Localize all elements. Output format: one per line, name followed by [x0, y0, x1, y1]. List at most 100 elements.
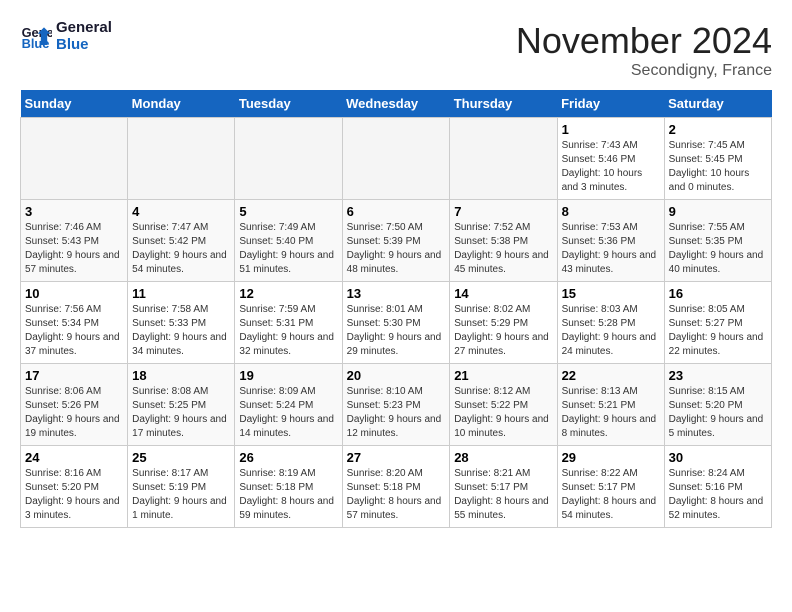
calendar-cell: 16 Sunrise: 8:05 AMSunset: 5:27 PMDayligh…	[664, 282, 771, 364]
day-info: Sunrise: 8:24 AMSunset: 5:16 PMDaylight:…	[669, 467, 767, 523]
calendar-cell: 12 Sunrise: 7:59 AMSunset: 5:31 PMDayligh…	[235, 282, 342, 364]
day-info: Sunrise: 7:47 AMSunset: 5:42 PMDaylight:…	[132, 221, 230, 277]
day-number: 14	[454, 286, 552, 301]
day-info: Sunrise: 7:45 AMSunset: 5:45 PMDaylight:…	[669, 139, 767, 195]
calendar-cell: 14 Sunrise: 8:02 AMSunset: 5:29 PMDayligh…	[450, 282, 557, 364]
day-info: Sunrise: 8:19 AMSunset: 5:18 PMDaylight:…	[239, 467, 337, 523]
calendar-cell	[342, 118, 450, 200]
month-title: November 2024	[516, 20, 772, 62]
calendar-header-row: SundayMondayTuesdayWednesdayThursdayFrid…	[21, 90, 772, 118]
day-info: Sunrise: 8:17 AMSunset: 5:19 PMDaylight:…	[132, 467, 230, 523]
calendar-cell: 27Sunrise: 8:20 AMSunset: 5:18 PMDayligh…	[342, 446, 450, 528]
calendar-week-row: 10 Sunrise: 7:56 AMSunset: 5:34 PMDayligh…	[21, 282, 772, 364]
day-number: 9	[669, 204, 767, 219]
day-number: 15	[562, 286, 660, 301]
calendar-cell: 10 Sunrise: 7:56 AMSunset: 5:34 PMDayligh…	[21, 282, 128, 364]
day-number: 17	[25, 368, 123, 383]
day-number: 19	[239, 368, 337, 383]
calendar-cell: 22 Sunrise: 8:13 AMSunset: 5:21 PMDayligh…	[557, 364, 664, 446]
day-info: Sunrise: 7:58 AMSunset: 5:33 PMDaylight:…	[132, 303, 230, 359]
calendar-cell	[128, 118, 235, 200]
calendar-cell: 29 Sunrise: 8:22 AMSunset: 5:17 PMDayligh…	[557, 446, 664, 528]
calendar-week-row: 24Sunrise: 8:16 AMSunset: 5:20 PMDayligh…	[21, 446, 772, 528]
calendar-cell: 23 Sunrise: 8:15 AMSunset: 5:20 PMDayligh…	[664, 364, 771, 446]
day-info: Sunrise: 8:05 AMSunset: 5:27 PMDaylight:…	[669, 303, 767, 359]
day-info: Sunrise: 8:03 AMSunset: 5:28 PMDaylight:…	[562, 303, 660, 359]
day-info: Sunrise: 7:46 AMSunset: 5:43 PMDaylight:…	[25, 221, 123, 277]
day-header-wednesday: Wednesday	[342, 90, 450, 118]
logo: General Blue General Blue	[20, 20, 112, 53]
day-header-friday: Friday	[557, 90, 664, 118]
day-number: 8	[562, 204, 660, 219]
day-info: Sunrise: 8:22 AMSunset: 5:17 PMDaylight:…	[562, 467, 660, 523]
day-info: Sunrise: 8:08 AMSunset: 5:25 PMDaylight:…	[132, 385, 230, 441]
day-number: 1	[562, 122, 660, 137]
day-info: Sunrise: 7:49 AMSunset: 5:40 PMDaylight:…	[239, 221, 337, 277]
calendar-cell: 18Sunrise: 8:08 AMSunset: 5:25 PMDayligh…	[128, 364, 235, 446]
location: Secondigny, France	[516, 62, 772, 80]
page-header: General Blue General Blue November 2024 …	[20, 20, 772, 80]
day-info: Sunrise: 7:59 AMSunset: 5:31 PMDaylight:…	[239, 303, 337, 359]
day-number: 30	[669, 450, 767, 465]
calendar-cell: 8 Sunrise: 7:53 AMSunset: 5:36 PMDaylight…	[557, 200, 664, 282]
day-info: Sunrise: 8:02 AMSunset: 5:29 PMDaylight:…	[454, 303, 552, 359]
calendar-cell: 7Sunrise: 7:52 AMSunset: 5:38 PMDaylight…	[450, 200, 557, 282]
day-info: Sunrise: 7:56 AMSunset: 5:34 PMDaylight:…	[25, 303, 123, 359]
calendar-cell: 6Sunrise: 7:50 AMSunset: 5:39 PMDaylight…	[342, 200, 450, 282]
calendar-cell: 1Sunrise: 7:43 AMSunset: 5:46 PMDaylight…	[557, 118, 664, 200]
calendar-cell: 17 Sunrise: 8:06 AMSunset: 5:26 PMDayligh…	[21, 364, 128, 446]
day-number: 25	[132, 450, 230, 465]
calendar-cell: 20Sunrise: 8:10 AMSunset: 5:23 PMDayligh…	[342, 364, 450, 446]
day-number: 11	[132, 286, 230, 301]
day-info: Sunrise: 8:06 AMSunset: 5:26 PMDaylight:…	[25, 385, 123, 441]
day-info: Sunrise: 8:13 AMSunset: 5:21 PMDaylight:…	[562, 385, 660, 441]
day-number: 6	[347, 204, 446, 219]
calendar-cell: 11 Sunrise: 7:58 AMSunset: 5:33 PMDayligh…	[128, 282, 235, 364]
day-number: 12	[239, 286, 337, 301]
day-info: Sunrise: 8:20 AMSunset: 5:18 PMDaylight:…	[347, 467, 446, 523]
day-number: 3	[25, 204, 123, 219]
calendar-cell: 30 Sunrise: 8:24 AMSunset: 5:16 PMDayligh…	[664, 446, 771, 528]
day-info: Sunrise: 8:09 AMSunset: 5:24 PMDaylight:…	[239, 385, 337, 441]
day-header-thursday: Thursday	[450, 90, 557, 118]
day-number: 16	[669, 286, 767, 301]
day-header-monday: Monday	[128, 90, 235, 118]
day-info: Sunrise: 8:01 AMSunset: 5:30 PMDaylight:…	[347, 303, 446, 359]
day-info: Sunrise: 8:21 AMSunset: 5:17 PMDaylight:…	[454, 467, 552, 523]
calendar-cell	[21, 118, 128, 200]
calendar-cell: 3 Sunrise: 7:46 AMSunset: 5:43 PMDaylight…	[21, 200, 128, 282]
day-number: 2	[669, 122, 767, 137]
calendar-week-row: 1Sunrise: 7:43 AMSunset: 5:46 PMDaylight…	[21, 118, 772, 200]
day-number: 21	[454, 368, 552, 383]
day-number: 10	[25, 286, 123, 301]
calendar-cell: 2 Sunrise: 7:45 AMSunset: 5:45 PMDaylight…	[664, 118, 771, 200]
logo-text-blue: Blue	[56, 37, 112, 54]
day-info: Sunrise: 8:16 AMSunset: 5:20 PMDaylight:…	[25, 467, 123, 523]
calendar-cell: 21Sunrise: 8:12 AMSunset: 5:22 PMDayligh…	[450, 364, 557, 446]
day-info: Sunrise: 7:53 AMSunset: 5:36 PMDaylight:…	[562, 221, 660, 277]
calendar-cell: 13 Sunrise: 8:01 AMSunset: 5:30 PMDayligh…	[342, 282, 450, 364]
day-number: 26	[239, 450, 337, 465]
logo-text-general: General	[56, 20, 112, 37]
day-number: 28	[454, 450, 552, 465]
day-number: 5	[239, 204, 337, 219]
day-number: 20	[347, 368, 446, 383]
day-header-sunday: Sunday	[21, 90, 128, 118]
calendar-cell: 5 Sunrise: 7:49 AMSunset: 5:40 PMDaylight…	[235, 200, 342, 282]
day-info: Sunrise: 8:15 AMSunset: 5:20 PMDaylight:…	[669, 385, 767, 441]
calendar-cell	[235, 118, 342, 200]
day-number: 22	[562, 368, 660, 383]
calendar-cell: 9Sunrise: 7:55 AMSunset: 5:35 PMDaylight…	[664, 200, 771, 282]
calendar-cell: 26 Sunrise: 8:19 AMSunset: 5:18 PMDayligh…	[235, 446, 342, 528]
day-number: 29	[562, 450, 660, 465]
logo-icon: General Blue	[20, 21, 52, 53]
day-number: 7	[454, 204, 552, 219]
day-number: 13	[347, 286, 446, 301]
day-number: 23	[669, 368, 767, 383]
calendar-table: SundayMondayTuesdayWednesdayThursdayFrid…	[20, 90, 772, 528]
title-block: November 2024 Secondigny, France	[516, 20, 772, 80]
calendar-cell: 25 Sunrise: 8:17 AMSunset: 5:19 PMDayligh…	[128, 446, 235, 528]
calendar-cell: 24Sunrise: 8:16 AMSunset: 5:20 PMDayligh…	[21, 446, 128, 528]
day-header-saturday: Saturday	[664, 90, 771, 118]
calendar-week-row: 17 Sunrise: 8:06 AMSunset: 5:26 PMDayligh…	[21, 364, 772, 446]
